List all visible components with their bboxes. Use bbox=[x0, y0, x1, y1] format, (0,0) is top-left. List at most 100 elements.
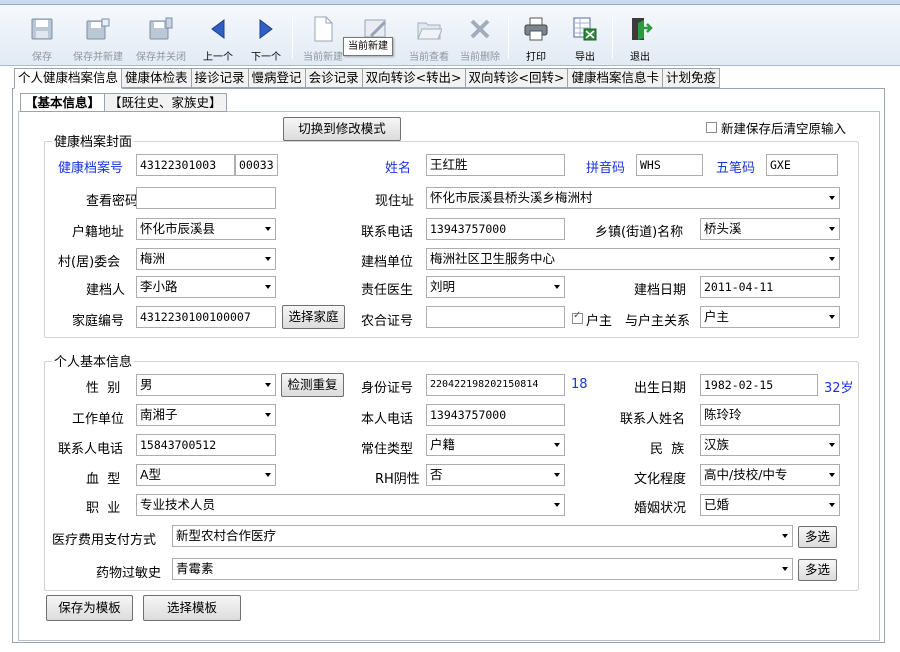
current-address-select[interactable]: 怀化市辰溪县桥头溪乡梅洲村 bbox=[426, 187, 840, 209]
unit-value: 梅洲社区卫生服务中心 bbox=[430, 251, 556, 266]
record-no-input-1[interactable]: 43122301003 bbox=[136, 154, 235, 176]
switch-to-edit-mode-button[interactable]: 切换到修改模式 bbox=[283, 117, 401, 141]
occupation-label: 职 业 bbox=[86, 501, 121, 516]
save-and-new-button[interactable]: 保存并新建 bbox=[73, 9, 123, 63]
unit-select[interactable]: 梅洲社区卫生服务中心 bbox=[426, 248, 840, 270]
work-unit-value: 南湘子 bbox=[140, 407, 178, 422]
sub-tab-strip: 【基本信息】 【既往史、家族史】 bbox=[20, 93, 227, 112]
wubi-input[interactable]: GXE bbox=[766, 154, 838, 176]
township-select[interactable]: 桥头溪 bbox=[700, 218, 840, 240]
contact-name-input[interactable]: 陈玲玲 bbox=[700, 404, 840, 426]
payment-method-select[interactable]: 新型农村合作医疗 bbox=[172, 525, 793, 547]
chevron-down-icon bbox=[554, 503, 560, 507]
clear-after-save-label: 新建保存后清空原输入 bbox=[721, 121, 847, 136]
occupation-select[interactable]: 专业技术人员 bbox=[136, 494, 565, 516]
birth-date-label: 出生日期 bbox=[634, 381, 687, 396]
print-button[interactable]: 打印 bbox=[511, 9, 561, 63]
ethnicity-select[interactable]: 汉族 bbox=[700, 434, 840, 456]
record-no-label: 健康档案号 bbox=[58, 161, 124, 176]
doctor-select[interactable]: 刘明 bbox=[426, 276, 565, 298]
previous-button[interactable]: 上一个 bbox=[193, 9, 243, 63]
current-delete-button[interactable]: 当前删除 bbox=[455, 9, 505, 63]
tab-referral-back[interactable]: 双向转诊<回转> bbox=[465, 68, 569, 88]
current-address-label: 现住址 bbox=[375, 194, 415, 209]
chevron-down-icon bbox=[829, 443, 835, 447]
tab-history[interactable]: 【既往史、家族史】 bbox=[105, 93, 227, 112]
choose-family-button[interactable]: 选择家庭 bbox=[282, 305, 345, 329]
save-new-icon bbox=[84, 15, 112, 43]
tab-referral-out[interactable]: 双向转诊<转出> bbox=[362, 68, 466, 88]
village-select[interactable]: 梅洲 bbox=[136, 248, 276, 270]
own-phone-input[interactable]: 13943757000 bbox=[426, 404, 565, 426]
arrow-left-icon bbox=[204, 15, 232, 43]
gender-value: 男 bbox=[140, 377, 153, 392]
tab-immunization[interactable]: 计划免疫 bbox=[663, 68, 721, 88]
drug-allergy-select[interactable]: 青霉素 bbox=[172, 558, 793, 580]
creator-select[interactable]: 李小路 bbox=[136, 276, 276, 298]
current-view-button[interactable]: 当前查看 bbox=[404, 9, 454, 63]
contact-phone-input[interactable]: 15843700512 bbox=[136, 434, 276, 456]
chevron-down-icon bbox=[265, 413, 271, 417]
residence-type-select[interactable]: 户籍 bbox=[426, 434, 565, 456]
chevron-down-icon bbox=[554, 473, 560, 477]
export-button[interactable]: 导出 bbox=[560, 9, 610, 63]
education-value: 高中/技校/中专 bbox=[704, 467, 788, 482]
payment-method-label: 医疗费用支付方式 bbox=[52, 533, 157, 548]
household-address-value: 怀化市辰溪县 bbox=[140, 221, 216, 236]
township-value: 桥头溪 bbox=[704, 221, 742, 236]
birth-date-input[interactable]: 1982-02-15 bbox=[700, 374, 818, 396]
relation-value: 户主 bbox=[704, 309, 730, 324]
tab-consultation[interactable]: 会诊记录 bbox=[305, 68, 363, 88]
education-select[interactable]: 高中/技校/中专 bbox=[700, 464, 840, 486]
head-of-household-checkbox[interactable] bbox=[572, 310, 583, 324]
tab-record-card[interactable]: 健康档案信息卡 bbox=[568, 68, 663, 88]
save-and-close-button[interactable]: 保存并关闭 bbox=[136, 9, 186, 63]
age-indicator: 32岁 bbox=[824, 381, 854, 396]
save-as-template-button[interactable]: 保存为模板 bbox=[46, 595, 133, 621]
allergy-multi-select-button[interactable]: 多选 bbox=[798, 559, 837, 581]
payment-multi-select-button[interactable]: 多选 bbox=[798, 526, 837, 548]
family-no-label: 家庭编号 bbox=[72, 314, 125, 329]
next-button[interactable]: 下一个 bbox=[241, 9, 291, 63]
household-address-select[interactable]: 怀化市辰溪县 bbox=[136, 218, 276, 240]
marital-status-select[interactable]: 已婚 bbox=[700, 494, 840, 516]
blood-type-select[interactable]: A型 bbox=[136, 464, 276, 486]
chevron-down-icon bbox=[829, 315, 835, 319]
education-label: 文化程度 bbox=[634, 472, 687, 487]
unit-label: 建档单位 bbox=[361, 255, 414, 270]
chevron-down-icon bbox=[782, 567, 788, 571]
tab-visit-record[interactable]: 接诊记录 bbox=[191, 68, 249, 88]
rural-card-label: 农合证号 bbox=[361, 314, 414, 329]
pinyin-input[interactable]: WHS bbox=[636, 154, 703, 176]
name-input[interactable]: 王红胜 bbox=[426, 154, 565, 176]
check-duplicate-button[interactable]: 检测重复 bbox=[281, 373, 344, 397]
chevron-down-icon bbox=[265, 257, 271, 261]
family-no-input[interactable]: 4312230100100007 bbox=[136, 306, 276, 328]
create-date-input[interactable]: 2011-04-11 bbox=[700, 276, 840, 298]
chevron-down-icon bbox=[829, 257, 835, 261]
record-no-input-2[interactable]: 00033 bbox=[235, 154, 278, 176]
work-unit-select[interactable]: 南湘子 bbox=[136, 404, 276, 426]
rh-negative-select[interactable]: 否 bbox=[426, 464, 565, 486]
clear-after-save-checkbox[interactable] bbox=[706, 122, 717, 133]
phone-label: 联系电话 bbox=[361, 225, 414, 240]
contact-phone-label: 联系人电话 bbox=[58, 442, 124, 457]
printer-icon bbox=[522, 15, 550, 43]
choose-template-button[interactable]: 选择模板 bbox=[143, 595, 241, 621]
exit-door-icon bbox=[626, 15, 654, 43]
personal-info-title: 个人基本信息 bbox=[52, 351, 135, 370]
tab-chronic-disease[interactable]: 慢病登记 bbox=[248, 68, 306, 88]
exit-button[interactable]: 退出 bbox=[615, 9, 665, 63]
current-new-button[interactable]: 当前新建 bbox=[298, 9, 348, 63]
tab-physical-exam[interactable]: 健康体检表 bbox=[122, 68, 192, 88]
gender-select[interactable]: 男 bbox=[136, 374, 276, 396]
save-button[interactable]: 保存 bbox=[17, 9, 67, 63]
tab-personal-health-record[interactable]: 个人健康档案信息 bbox=[14, 68, 123, 89]
tab-basic-info[interactable]: 【基本信息】 bbox=[20, 93, 106, 112]
relation-select[interactable]: 户主 bbox=[700, 306, 840, 328]
view-password-input[interactable] bbox=[136, 187, 276, 209]
id-no-input[interactable]: 220422198202150814 bbox=[426, 374, 565, 396]
new-document-icon bbox=[309, 15, 337, 43]
phone-input[interactable]: 13943757000 bbox=[426, 218, 565, 240]
rural-card-input[interactable] bbox=[426, 306, 565, 328]
